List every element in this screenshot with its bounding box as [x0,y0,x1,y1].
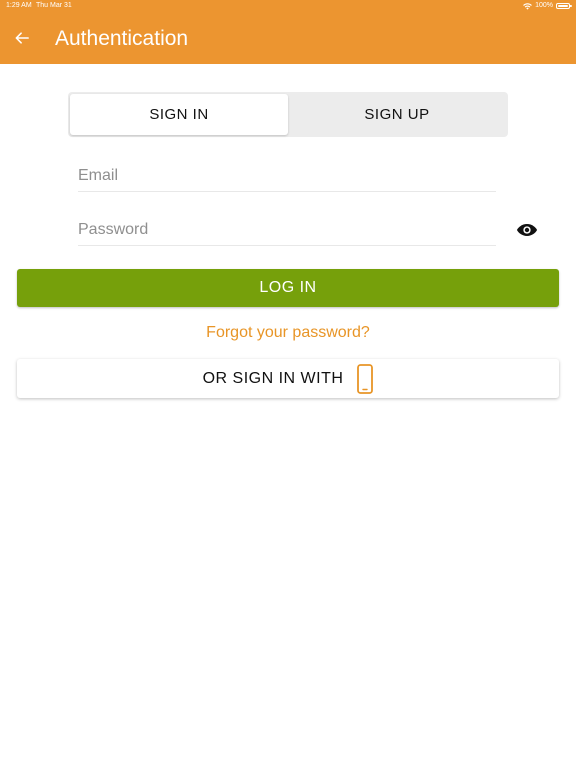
eye-icon[interactable] [516,222,538,238]
battery-icon [556,3,572,9]
status-bar: 1:29 AM Thu Mar 31 100% [0,0,576,12]
alt-signin-button[interactable]: OR SIGN IN WITH [17,359,559,398]
password-field[interactable] [78,216,496,244]
status-date: Thu Mar 31 [36,2,72,9]
email-field[interactable] [78,162,496,190]
auth-tabs: SIGN IN SIGN UP [68,92,508,137]
smartphone-icon [357,363,374,394]
battery-percent: 100% [535,2,553,9]
back-button[interactable] [10,26,34,50]
wifi-icon [523,2,532,10]
tab-sign-in[interactable]: SIGN IN [70,94,288,135]
email-field-container [78,162,496,192]
login-button[interactable]: LOG IN [17,269,559,307]
page-title: Authentication [55,27,189,50]
status-time: 1:29 AM [6,2,32,9]
status-right: 100% [523,0,572,12]
arrow-left-icon [15,32,29,44]
auth-screen: 1:29 AM Thu Mar 31 100% Authentication S… [0,0,576,768]
password-field-container [78,216,496,246]
app-header: Authentication [0,12,576,64]
forgot-password-link[interactable]: Forgot your password? [0,324,576,342]
tab-sign-up[interactable]: SIGN UP [288,94,506,135]
alt-signin-label: OR SIGN IN WITH [202,369,344,387]
